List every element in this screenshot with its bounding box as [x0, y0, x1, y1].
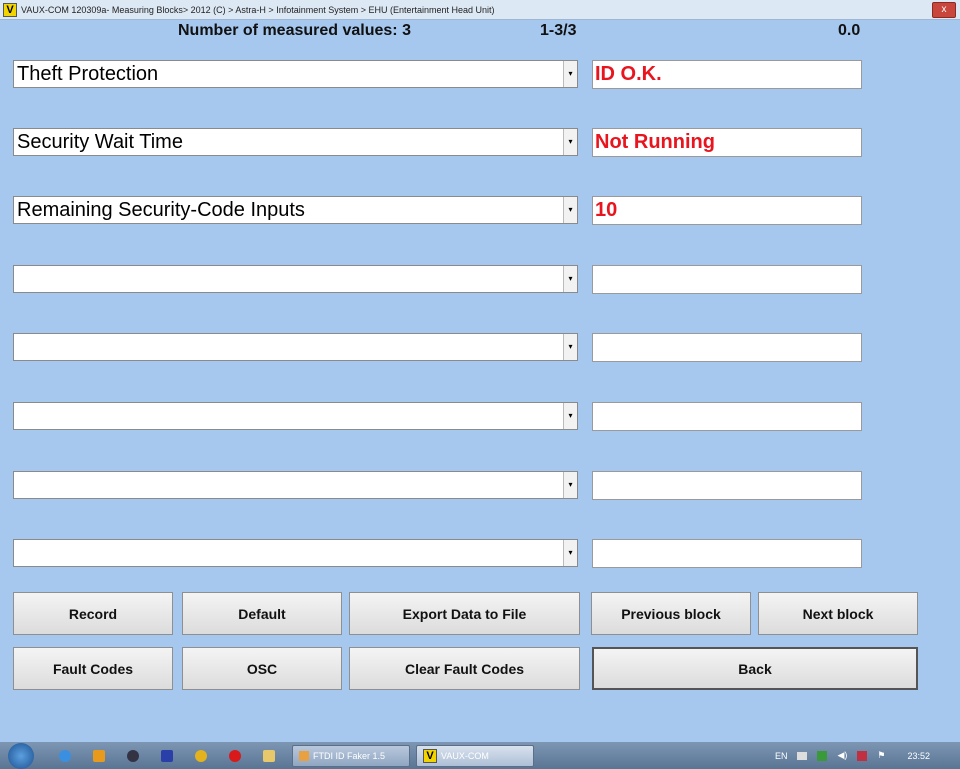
back-button[interactable]: Back	[592, 647, 918, 690]
volume-icon[interactable]: ◀)	[837, 750, 847, 761]
folder-icon[interactable]	[263, 749, 275, 762]
close-button[interactable]: x	[932, 2, 956, 18]
task-label: FTDI ID Faker 1.5	[313, 750, 386, 761]
chevron-down-icon[interactable]: ▾	[563, 266, 577, 292]
flag-icon[interactable]: ⚑	[877, 750, 885, 761]
export-data-button[interactable]: Export Data to File	[349, 592, 580, 635]
title-bar: V VAUX-COM 120309a- Measuring Blocks> 20…	[0, 0, 960, 20]
measurement-value	[592, 471, 862, 500]
measurement-value: ID O.K.	[592, 60, 862, 89]
task-vaux-com[interactable]: V VAUX-COM	[416, 744, 534, 767]
app-icon[interactable]	[127, 749, 139, 762]
measurement-select[interactable]: Security Wait Time ▾	[13, 128, 578, 156]
block-range: 1-3/3	[540, 22, 577, 39]
clock[interactable]: 23:52	[907, 751, 930, 761]
tray-icon[interactable]	[857, 750, 868, 761]
measurement-value: 10	[592, 196, 862, 225]
measurement-value: Not Running	[592, 128, 862, 157]
system-tray: EN ◀) ⚑ 23:52	[775, 742, 960, 769]
app-tray-icon[interactable]	[817, 750, 828, 761]
measurement-select[interactable]: ▾	[13, 402, 578, 430]
measurement-select[interactable]: ▾	[13, 539, 578, 567]
measurement-select[interactable]: Remaining Security-Code Inputs ▾	[13, 196, 578, 224]
chevron-down-icon[interactable]: ▾	[563, 129, 577, 155]
measurement-label: Theft Protection	[17, 63, 159, 85]
task-ftdi[interactable]: FTDI ID Faker 1.5	[292, 744, 410, 767]
language-indicator[interactable]: EN	[775, 751, 788, 761]
osc-button[interactable]: OSC	[182, 647, 342, 690]
chevron-down-icon[interactable]: ▾	[563, 61, 577, 87]
task-label: VAUX-COM	[441, 750, 489, 761]
save-icon[interactable]	[161, 749, 173, 762]
chrome-icon[interactable]	[195, 749, 207, 762]
vaux-logo-icon: V	[423, 748, 437, 763]
measurement-value	[592, 402, 862, 431]
taskbar: FTDI ID Faker 1.5 V VAUX-COM EN ◀) ⚑ 23:5…	[0, 742, 960, 769]
ftdi-icon	[299, 750, 309, 761]
measurement-select[interactable]: ▾	[13, 471, 578, 499]
measurement-label: Security Wait Time	[17, 131, 183, 153]
measurement-label: Remaining Security-Code Inputs	[17, 199, 305, 221]
opera-icon[interactable]	[229, 749, 241, 762]
chevron-down-icon[interactable]: ▾	[563, 197, 577, 223]
measurement-select[interactable]: Theft Protection ▾	[13, 60, 578, 88]
fault-codes-button[interactable]: Fault Codes	[13, 647, 173, 690]
measured-count: Number of measured values: 3	[178, 22, 411, 39]
next-block-button[interactable]: Next block	[758, 592, 918, 635]
network-icon[interactable]	[797, 751, 808, 760]
default-button[interactable]: Default	[182, 592, 342, 635]
header-value: 0.0	[838, 22, 861, 39]
media-player-icon[interactable]	[93, 749, 105, 762]
chevron-down-icon[interactable]: ▾	[563, 334, 577, 360]
chevron-down-icon[interactable]: ▾	[563, 403, 577, 429]
measurement-select[interactable]: ▾	[13, 333, 578, 361]
window-title: VAUX-COM 120309a- Measuring Blocks> 2012…	[21, 4, 495, 15]
start-button[interactable]	[8, 742, 34, 769]
measurement-value	[592, 333, 862, 362]
record-button[interactable]: Record	[13, 592, 173, 635]
chevron-down-icon[interactable]: ▾	[563, 472, 577, 498]
measurement-value	[592, 265, 862, 294]
measurement-select[interactable]: ▾	[13, 265, 578, 293]
app-logo-icon: V	[3, 2, 17, 17]
chevron-down-icon[interactable]: ▾	[563, 540, 577, 566]
previous-block-button[interactable]: Previous block	[591, 592, 751, 635]
ie-icon[interactable]	[59, 749, 71, 762]
measurement-value	[592, 539, 862, 568]
clear-fault-codes-button[interactable]: Clear Fault Codes	[349, 647, 580, 690]
